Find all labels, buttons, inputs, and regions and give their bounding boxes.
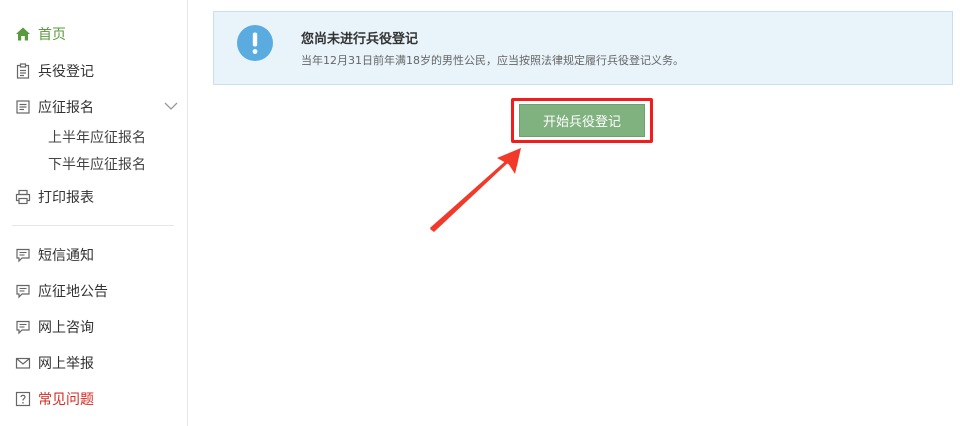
sidebar-item-label: 短信通知: [38, 248, 94, 264]
page: 首页 兵役登记 应征报名 上半年应征报名 下半年应征报名 打印报表 短信通知 应…: [0, 0, 960, 426]
sidebar-item-report[interactable]: 网上举报: [14, 351, 94, 375]
sidebar-item-label: 应征报名: [38, 100, 94, 116]
sidebar-subitem-second-half[interactable]: 下半年应征报名: [48, 155, 146, 175]
sidebar: 首页 兵役登记 应征报名 上半年应征报名 下半年应征报名 打印报表 短信通知 应…: [0, 0, 188, 426]
sidebar-divider: [12, 225, 174, 226]
notice-title: 您尚未进行兵役登记: [301, 32, 419, 47]
message-icon: [14, 246, 32, 264]
notice-banner: 您尚未进行兵役登记 当年12月31日前年满18岁的男性公民，应当按照法律规定履行…: [213, 11, 953, 85]
sidebar-item-enlistment[interactable]: 应征报名: [14, 95, 94, 119]
sidebar-item-sms[interactable]: 短信通知: [14, 243, 94, 267]
sidebar-item-label: 应征地公告: [38, 284, 108, 300]
question-icon: [14, 390, 32, 408]
message-icon: [14, 318, 32, 336]
mail-icon: [14, 354, 32, 372]
sidebar-item-announcement[interactable]: 应征地公告: [14, 279, 108, 303]
sidebar-subitem-first-half[interactable]: 上半年应征报名: [48, 128, 146, 148]
sidebar-item-label: 兵役登记: [38, 64, 94, 80]
home-icon: [14, 25, 32, 43]
sidebar-item-label: 首页: [38, 27, 66, 43]
info-exclamation-icon: [237, 25, 273, 61]
sidebar-item-print[interactable]: 打印报表: [14, 185, 94, 209]
sidebar-item-label: 打印报表: [38, 190, 94, 206]
sidebar-item-label: 网上举报: [38, 356, 94, 372]
sidebar-item-faq[interactable]: 常见问题: [14, 387, 94, 411]
message-icon: [14, 282, 32, 300]
chevron-down-icon[interactable]: [164, 99, 178, 113]
notice-description: 当年12月31日前年满18岁的男性公民，应当按照法律规定履行兵役登记义务。: [301, 54, 684, 67]
sidebar-item-label: 网上咨询: [38, 320, 94, 336]
sidebar-item-consult[interactable]: 网上咨询: [14, 315, 94, 339]
sidebar-item-registration[interactable]: 兵役登记: [14, 59, 94, 83]
document-icon: [14, 98, 32, 116]
clipboard-icon: [14, 62, 32, 80]
sidebar-item-home[interactable]: 首页: [14, 22, 66, 46]
start-registration-button[interactable]: 开始兵役登记: [519, 104, 645, 137]
sidebar-item-label: 常见问题: [38, 392, 94, 408]
printer-icon: [14, 188, 32, 206]
